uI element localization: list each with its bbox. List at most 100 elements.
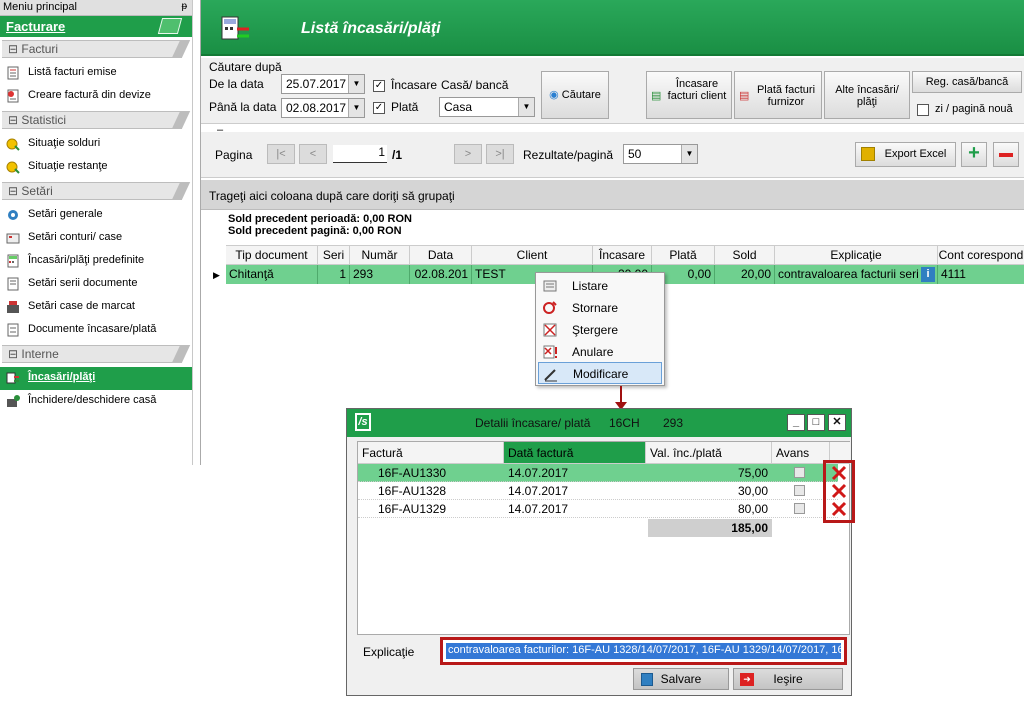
exit-button[interactable]: ➜ Ieşire — [733, 668, 843, 690]
chevron-down-icon[interactable]: ▼ — [681, 145, 697, 163]
delete-icon — [543, 323, 557, 337]
plata-facturi-button[interactable]: ▤ Plată facturi furnizor — [734, 71, 822, 119]
delete-row-icon[interactable] — [831, 465, 847, 481]
close-button[interactable]: ✕ — [828, 414, 846, 431]
minimize-button[interactable]: _ — [787, 414, 805, 431]
table-row[interactable]: 16F-AU1329 14.07.2017 80,00 — [358, 500, 838, 518]
sidebar-item-situatie-solduri[interactable]: Situaţie solduri — [0, 133, 192, 156]
table-row[interactable]: 16F-AU1330 14.07.2017 75,00 — [358, 464, 838, 482]
module-label: Facturare — [6, 19, 66, 34]
date-from-input[interactable]: 25.07.2017 ▼ — [281, 74, 365, 94]
sidebar-item-inchidere-casa[interactable]: Închidere/deschidere casă — [0, 390, 192, 413]
menu-item-label: Stornare — [572, 301, 619, 315]
cell-factura: 16F-AU1330 — [378, 466, 447, 480]
menu-item-anulare[interactable]: Anulare — [538, 341, 662, 363]
pin-icon[interactable]: ᵽ — [181, 1, 187, 12]
coin-balance-icon — [6, 138, 20, 151]
reg-casa-button[interactable]: Reg. casă/bancă — [912, 71, 1022, 93]
sidebar-item-setari-conturi[interactable]: Setări conturi/ case — [0, 227, 192, 250]
cell-data: 02.08.201 — [410, 265, 472, 284]
sidebar-item-setari-generale[interactable]: Setări generale — [0, 204, 192, 227]
column-header[interactable]: Factură — [358, 442, 504, 464]
exit-button-label: Ieşire — [773, 672, 803, 686]
sidebar-item-documente-incasare[interactable]: Documente încasare/plată — [0, 319, 192, 342]
incasare-checkbox[interactable]: ✓ — [373, 80, 385, 92]
module-facturare[interactable]: Facturare — [0, 16, 192, 37]
avans-checkbox[interactable] — [794, 467, 805, 478]
info-icon[interactable]: i — [921, 267, 935, 282]
page-input[interactable]: 1 — [333, 145, 387, 163]
last-page-button[interactable]: >| — [486, 144, 514, 164]
column-header[interactable]: Număr — [350, 246, 410, 265]
sidebar-item-creare-factura[interactable]: Creare factură din devize — [0, 85, 192, 108]
results-per-page-select[interactable]: 50 ▼ — [623, 144, 698, 164]
sidebar-item-label: Listă facturi emise — [28, 66, 117, 78]
next-page-button[interactable]: > — [454, 144, 482, 164]
sidebar-item-setari-serii[interactable]: Setări serii documente — [0, 273, 192, 296]
column-header[interactable]: Dată factură — [504, 442, 646, 464]
section-label: Interne — [21, 347, 59, 361]
column-header[interactable]: Încasare — [593, 246, 652, 265]
group-by-area[interactable]: Trageţi aici coloana după care doriţi să… — [201, 180, 1024, 210]
search-button[interactable]: ◉ Căutare — [541, 71, 609, 119]
menu-item-listare[interactable]: Listare — [538, 275, 662, 297]
menu-item-stergere[interactable]: Ştergere — [538, 319, 662, 341]
first-page-button[interactable]: |< — [267, 144, 295, 164]
sidebar-item-incasari-plati[interactable]: Încasări/plăţi — [0, 367, 192, 390]
column-header[interactable]: Client — [472, 246, 593, 265]
section-interne[interactable]: ⊟ Interne — [0, 345, 192, 365]
section-statistici[interactable]: ⊟ Statistici — [0, 111, 192, 131]
search-icon: ◉ — [549, 89, 559, 101]
cell-valoare: 30,00 — [737, 484, 768, 498]
save-button[interactable]: Salvare — [633, 668, 729, 690]
alte-incasari-button[interactable]: Alte încasări/ plăţi — [824, 71, 910, 119]
explicatie-field[interactable]: contravaloarea facturilor: 16F-AU 1328/1… — [440, 637, 847, 665]
total-value: 185,00 — [648, 519, 772, 537]
prev-page-button[interactable]: < — [299, 144, 327, 164]
app-logo-icon: /s — [355, 413, 371, 431]
column-header[interactable]: Avans — [772, 442, 830, 464]
maximize-button[interactable]: □ — [807, 414, 825, 431]
remove-button[interactable] — [993, 142, 1019, 167]
menu-item-modificare[interactable]: Modificare — [538, 362, 662, 384]
date-to-input[interactable]: 02.08.2017 ▼ — [281, 98, 365, 118]
casa-select[interactable]: Casa ▼ — [439, 97, 535, 117]
delete-row-icon[interactable] — [831, 501, 847, 517]
incasare-facturi-button[interactable]: ▤ Încasare facturi client — [646, 71, 732, 119]
chevron-down-icon[interactable]: ▼ — [348, 75, 364, 93]
sidebar-item-incasari-predefinite[interactable]: Încasări/plăţi predefinite — [0, 250, 192, 273]
chevron-down-icon[interactable]: ▼ — [348, 99, 364, 117]
cell-seri: 1 — [318, 265, 350, 284]
column-header[interactable]: Plată — [652, 246, 715, 265]
column-header[interactable]: Seri — [318, 246, 350, 265]
cell-factura: 16F-AU1329 — [378, 502, 447, 516]
column-header[interactable]: Explicaţie — [775, 246, 938, 265]
menu-item-stornare[interactable]: Stornare — [538, 297, 662, 319]
delete-row-icon[interactable] — [831, 483, 847, 499]
sidebar-item-situatie-restante[interactable]: Situaţie restanţe — [0, 156, 192, 179]
sidebar-item-label: Încasări/plăţi — [28, 371, 96, 383]
plata-checkbox[interactable]: ✓ — [373, 102, 385, 114]
avans-checkbox[interactable] — [794, 503, 805, 514]
edit-pencil-icon — [544, 369, 557, 382]
section-setari[interactable]: ⊟ Setări — [0, 182, 192, 202]
add-button[interactable]: + — [961, 142, 987, 167]
avans-checkbox[interactable] — [794, 485, 805, 496]
table-row[interactable]: 16F-AU1328 14.07.2017 30,00 — [358, 482, 838, 500]
export-excel-button[interactable]: Export Excel — [855, 142, 956, 167]
chevron-down-icon[interactable]: ▼ — [518, 98, 534, 116]
section-label: Facturi — [21, 42, 59, 56]
sidebar-item-label: Setări generale — [28, 208, 103, 220]
section-facturi[interactable]: ⊟ Facturi — [0, 40, 192, 60]
column-header[interactable]: Data — [410, 246, 472, 265]
column-header[interactable]: Sold — [715, 246, 775, 265]
sidebar-item-lista-facturi[interactable]: Listă facturi emise — [0, 62, 192, 85]
column-header[interactable]: Cont corespond — [938, 246, 1024, 265]
collapse-icon: ⊟ — [8, 113, 22, 127]
dialog-titlebar[interactable]: /s Detalii încasare/ plată 16CH 293 _ □ … — [347, 409, 851, 437]
sidebar-item-setari-case-marcat[interactable]: Setări case de marcat — [0, 296, 192, 319]
zi-pagina-checkbox[interactable] — [917, 104, 929, 116]
column-header[interactable]: Tip document — [226, 246, 318, 265]
column-header[interactable]: Val. înc./plată — [646, 442, 772, 464]
dialog-code: 16CH — [609, 416, 640, 430]
